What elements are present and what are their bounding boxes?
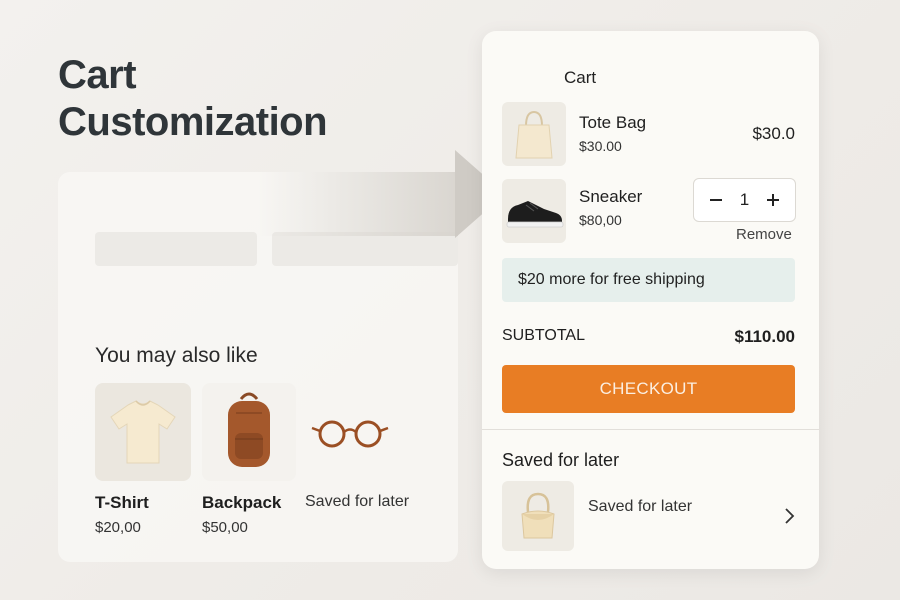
minus-icon [710,199,722,201]
decrement-button[interactable] [706,190,726,210]
recommendation-name: Backpack [202,493,282,512]
divider [482,429,819,430]
cart-item-price: $30.00 [579,138,622,154]
page-title: Cart Customization [58,52,328,146]
cart-item-name: Sneaker [579,187,643,206]
quantity-value: 1 [739,190,750,209]
handbag-icon [502,481,574,551]
recommendation-item[interactable]: Saved for later [305,383,409,511]
placeholder-bar [95,232,257,266]
recommendation-item[interactable]: Backpack $50,00 [202,383,296,536]
plus-icon [767,194,779,206]
saved-item-label: Saved for later [588,498,693,515]
backpack-icon [202,383,296,481]
subtotal-label: SUBTOTAL [502,327,585,344]
tshirt-icon [95,383,191,481]
glasses-icon [305,383,395,481]
increment-button[interactable] [763,190,783,210]
page-title-line2: Customization [58,100,328,144]
chevron-right-icon[interactable] [781,506,797,526]
saved-for-later-title: Saved for later [502,450,620,470]
cart-panel: Cart Tote Bag $30.00 $30.0 Sneaker $80,0… [482,31,819,569]
free-shipping-banner: $20 more for free shipping [502,258,795,302]
recommendation-price: $20,00 [95,519,141,536]
recommendation-item[interactable]: T-Shirt $20,00 [95,383,191,536]
cart-item-price: $80,00 [579,212,622,228]
recommendations-title: You may also like [95,344,258,367]
recommendation-saved-label: Saved for later [305,493,410,510]
cart-title: Cart [564,68,597,87]
checkout-button[interactable]: CHECKOUT [502,365,795,413]
arrow-band [258,172,458,236]
recommendation-name: T-Shirt [95,493,149,512]
subtotal-value: $110.00 [734,327,795,346]
sneaker-icon [502,179,566,243]
saved-for-later-item[interactable]: Saved for later [502,481,799,551]
cart-item-line-total: $30.0 [752,124,795,143]
tote-bag-icon [502,102,566,166]
placeholder-bar [272,232,458,266]
recommendation-price: $50,00 [202,519,248,536]
quantity-stepper[interactable]: 1 [693,178,796,222]
cart-item-name: Tote Bag [579,113,647,132]
remove-link[interactable]: Remove [736,226,792,243]
page-title-line1: Cart [58,53,137,97]
